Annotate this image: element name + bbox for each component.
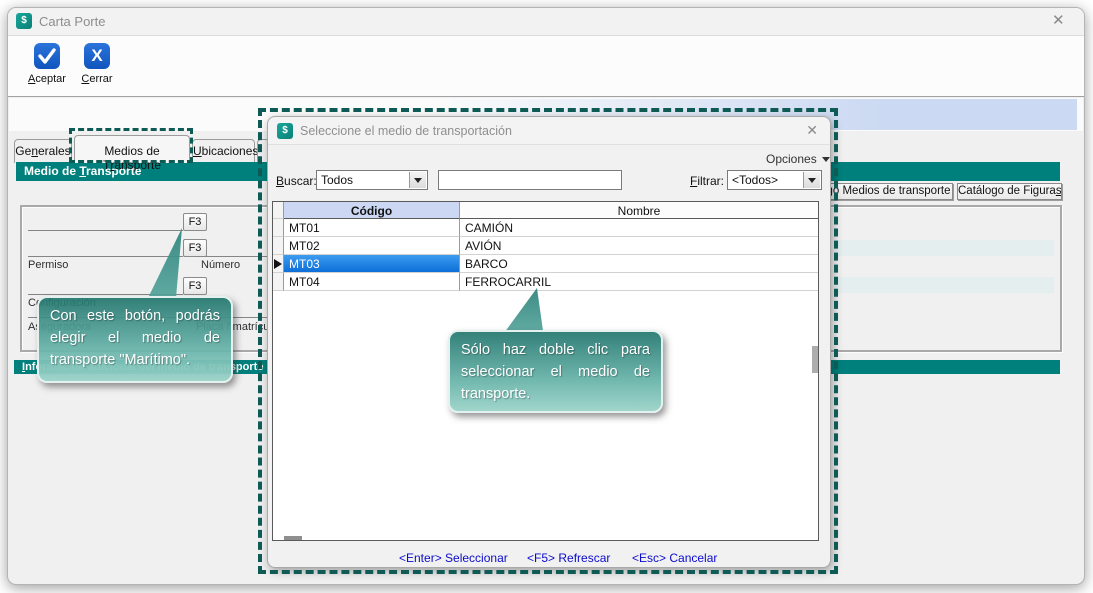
callout-left: Con este botón, podrás elegir el medio d… xyxy=(37,296,233,383)
cerrar-label: Cerrar xyxy=(71,73,123,85)
annotation-dashed-box-tab xyxy=(69,128,193,163)
catalogo-figuras-button[interactable]: Catálogo de Figuras xyxy=(957,183,1062,200)
tab-generales[interactable]: Generales xyxy=(14,139,72,163)
window-close-icon[interactable]: ✕ xyxy=(1052,13,1065,28)
callout-dialog: Sólo haz doble clic para seleccionar el … xyxy=(448,330,663,413)
numero-label: Número xyxy=(201,259,240,271)
window-title: Carta Porte xyxy=(39,14,105,29)
app-icon xyxy=(16,13,32,29)
readonly-row-2 xyxy=(836,277,1054,293)
permiso-label: Permiso xyxy=(28,259,68,271)
f3-button-medio[interactable]: F3 xyxy=(183,213,207,231)
check-icon xyxy=(34,43,60,69)
close-x-icon: X xyxy=(84,43,110,69)
aceptar-label: Aceptar xyxy=(21,73,73,85)
readonly-row-1 xyxy=(836,240,1054,256)
f3-button-configuracion[interactable]: F3 xyxy=(183,277,207,295)
main-toolbar: Aceptar X Cerrar xyxy=(8,36,1084,97)
permiso-field[interactable] xyxy=(28,241,183,257)
aceptar-button[interactable]: Aceptar xyxy=(21,43,73,85)
medio-transporte-field[interactable] xyxy=(28,214,183,231)
cerrar-button[interactable]: X Cerrar xyxy=(71,43,123,85)
tab-ubicaciones[interactable]: Ubicaciones xyxy=(192,139,255,163)
screenshot-root: { "window": { "title": "Carta Porte" }, … xyxy=(0,0,1093,593)
catalogo-medios-transporte-button[interactable]: go Medios de transporte xyxy=(824,183,953,200)
title-bar: Carta Porte xyxy=(8,8,1084,36)
